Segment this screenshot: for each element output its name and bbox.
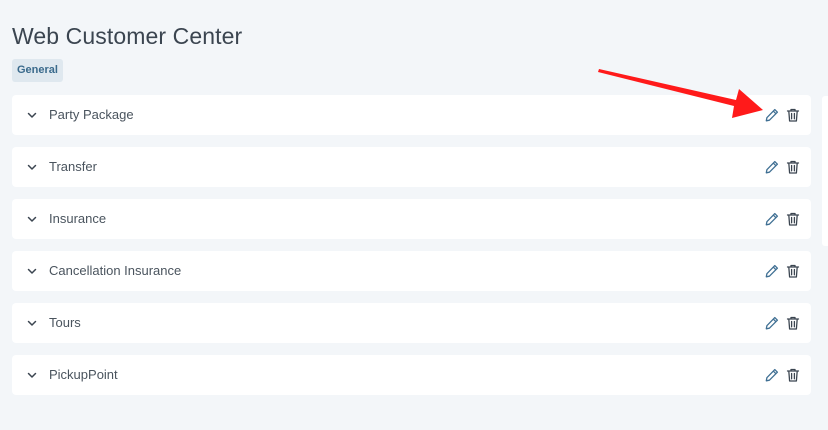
chevron-down-icon[interactable]	[26, 265, 38, 277]
pencil-icon[interactable]	[764, 107, 780, 123]
pencil-icon[interactable]	[764, 211, 780, 227]
list-item-insurance[interactable]: Insurance	[12, 199, 811, 239]
list-item-transfer[interactable]: Transfer	[12, 147, 811, 187]
trash-icon[interactable]	[785, 211, 801, 227]
list-item-label: Transfer	[49, 159, 97, 174]
trash-icon[interactable]	[785, 263, 801, 279]
pencil-icon[interactable]	[764, 315, 780, 331]
list-item-pickuppoint[interactable]: PickupPoint	[12, 355, 811, 395]
side-panel-edge	[822, 96, 828, 246]
pencil-icon[interactable]	[764, 159, 780, 175]
category-tag[interactable]: General	[12, 59, 63, 82]
chevron-down-icon[interactable]	[26, 369, 38, 381]
trash-icon[interactable]	[785, 315, 801, 331]
list-item-label: Insurance	[49, 211, 107, 226]
page-title: Web Customer Center	[12, 23, 243, 49]
list-item-label: Tours	[49, 315, 81, 330]
list-item-party-package[interactable]: Party Package	[12, 95, 811, 135]
chevron-down-icon[interactable]	[26, 109, 38, 121]
trash-icon[interactable]	[785, 367, 801, 383]
list-item-label: PickupPoint	[49, 367, 118, 382]
list-item-label: Cancellation Insurance	[49, 263, 182, 278]
pencil-icon[interactable]	[764, 263, 780, 279]
list-item-cancellation-insurance[interactable]: Cancellation Insurance	[12, 251, 811, 291]
chevron-down-icon[interactable]	[26, 161, 38, 173]
category-list: Party Package Transfer Insurance Cancell…	[12, 95, 811, 407]
trash-icon[interactable]	[785, 159, 801, 175]
list-item-label: Party Package	[49, 107, 134, 122]
trash-icon[interactable]	[785, 107, 801, 123]
chevron-down-icon[interactable]	[26, 213, 38, 225]
list-item-tours[interactable]: Tours	[12, 303, 811, 343]
pencil-icon[interactable]	[764, 367, 780, 383]
chevron-down-icon[interactable]	[26, 317, 38, 329]
